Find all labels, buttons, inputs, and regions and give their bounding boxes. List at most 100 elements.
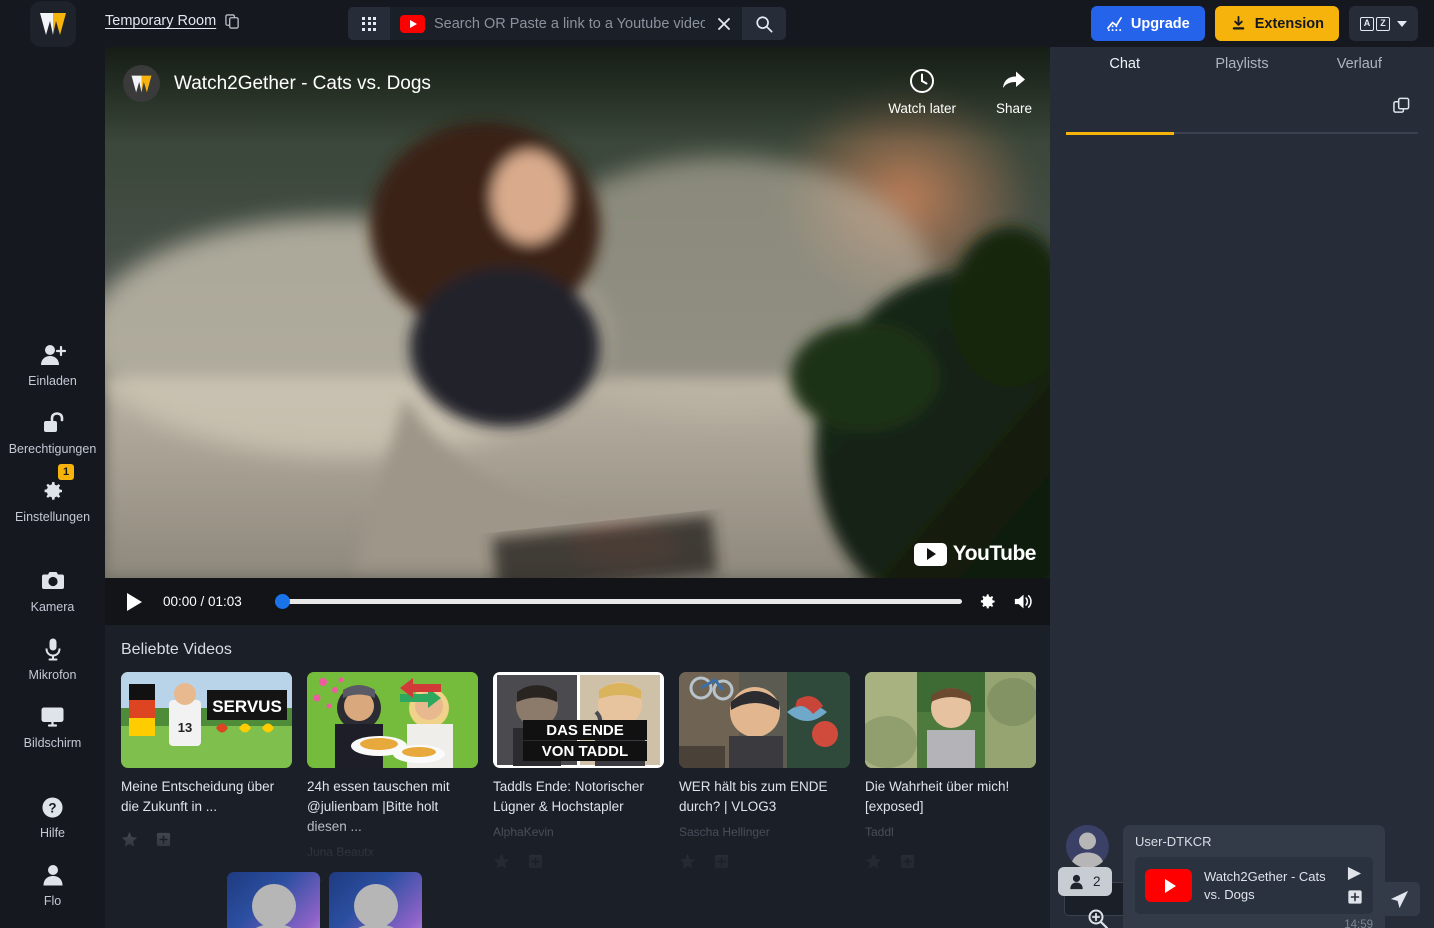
exposed-thumb	[865, 672, 1036, 768]
chat-tabs: Chat Playlists Verlauf	[1050, 47, 1434, 85]
chevron-down-icon	[1397, 20, 1407, 27]
watch2gether-logo[interactable]	[29, 0, 76, 47]
video-card[interactable]: DAS ENDE VON TADDL Taddls Ende: Notorisc…	[493, 672, 664, 890]
add-to-playlist-icon[interactable]	[713, 853, 730, 870]
video-thumbnail[interactable]: DAS ENDE VON TADDL	[493, 672, 664, 768]
video-card[interactable]: 13 SERVUS Meine Entscheidung über die Zu…	[121, 672, 292, 890]
chat-embed-title: Watch2Gether - Cats vs. Dogs	[1204, 868, 1326, 902]
play-button[interactable]	[121, 592, 147, 611]
language-selector[interactable]: A Z	[1349, 6, 1418, 41]
w-logo-icon	[39, 12, 66, 35]
zoom-in-button[interactable]	[1087, 908, 1109, 928]
add-to-playlist-icon[interactable]	[899, 853, 916, 870]
gear-icon	[980, 594, 995, 609]
play-embed-icon[interactable]	[1346, 866, 1363, 881]
add-to-playlist-icon[interactable]	[155, 831, 172, 848]
copy-icon[interactable]	[225, 13, 240, 29]
svg-text:VON TADDL: VON TADDL	[542, 743, 628, 760]
upgrade-button[interactable]: Upgrade	[1090, 6, 1205, 41]
video-card-title[interactable]: WER hält bis zum ENDE durch? | VLOG3	[679, 777, 850, 817]
tab-playlists[interactable]: Playlists	[1183, 47, 1300, 85]
sidebar-item-einstellungen[interactable]: 1 Einstellungen	[0, 464, 105, 524]
video-card-title[interactable]: Die Wahrheit über mich! [exposed]	[865, 777, 1036, 817]
apps-grid-button[interactable]	[348, 7, 390, 40]
video-card-channel: Juna Beautx	[307, 845, 374, 859]
room-name-label[interactable]: Temporary Room	[105, 13, 216, 29]
popular-videos-list: 13 SERVUS Meine Entscheidung über die Zu…	[121, 672, 1036, 890]
favorite-star-icon[interactable]	[493, 853, 510, 870]
video-card-actions	[679, 853, 850, 870]
video-card-title[interactable]: Meine Entscheidung über die Zukunft in .…	[121, 777, 292, 817]
camera-icon	[41, 568, 65, 594]
search-submit-button[interactable]	[742, 7, 786, 40]
add-to-playlist-icon[interactable]	[527, 853, 544, 870]
upgrade-label: Upgrade	[1130, 15, 1190, 32]
sidebar-item-kamera[interactable]: Kamera	[0, 568, 105, 614]
youtube-source-icon[interactable]	[400, 14, 425, 33]
player-settings-button[interactable]	[978, 592, 997, 611]
video-thumbnail[interactable]	[307, 672, 478, 768]
favorite-star-icon[interactable]	[865, 853, 882, 870]
sidebar-label: Hilfe	[39, 826, 65, 840]
sidebar-item-einladen[interactable]: Einladen	[0, 342, 105, 388]
avatar[interactable]	[1066, 825, 1109, 868]
chat-toolbar	[1050, 85, 1434, 125]
video-thumbnail[interactable]	[679, 672, 850, 768]
timecode-label: 00:00 / 01:03	[163, 594, 242, 609]
main-stage: Watch2Gether - Cats vs. Dogs Watch later	[105, 47, 1112, 928]
watch-later-button[interactable]: Watch later	[888, 68, 956, 116]
user-icon	[1070, 874, 1083, 889]
participant-tile[interactable]: 👑 Flo	[227, 872, 320, 928]
youtube-watermark[interactable]: YouTube	[913, 542, 1037, 566]
participant-tiles: 👑 Flo User-DTKCR	[227, 872, 422, 928]
watch2gether-app: Temporary Room Search OR Paste a link to…	[0, 0, 1434, 928]
play-icon	[126, 592, 142, 611]
video-card[interactable]: 24h essen tauschen mit @julienbam |Bitte…	[307, 672, 478, 890]
youtube-play-icon	[913, 542, 947, 566]
search-input[interactable]	[434, 15, 705, 32]
favorite-star-icon[interactable]	[121, 831, 138, 848]
sidebar-item-profile[interactable]: Flo	[0, 862, 105, 908]
video-card-title[interactable]: 24h essen tauschen mit @julienbam |Bitte…	[307, 777, 478, 837]
seek-handle[interactable]	[275, 594, 290, 609]
room-link[interactable]: Temporary Room	[105, 13, 240, 29]
participant-tile[interactable]: User-DTKCR	[329, 872, 422, 928]
favorite-star-icon[interactable]	[679, 853, 696, 870]
share-button[interactable]: Share	[996, 68, 1032, 116]
sidebar-item-mikrofon[interactable]: Mikrofon	[0, 636, 105, 682]
logo-area	[0, 0, 105, 47]
popular-videos-heading: Beliebte Videos	[121, 641, 232, 658]
extension-button[interactable]: Extension	[1214, 6, 1339, 41]
sidebar-item-hilfe[interactable]: ? Hilfe	[0, 794, 105, 840]
clock-icon	[910, 69, 935, 93]
channel-avatar[interactable]	[123, 65, 160, 102]
svg-text:?: ?	[48, 800, 56, 815]
chat-video-embed[interactable]: Watch2Gether - Cats vs. Dogs	[1135, 857, 1373, 914]
video-thumbnail[interactable]: 13 SERVUS	[121, 672, 292, 768]
sidebar-label: Berechtigungen	[8, 442, 97, 456]
video-title[interactable]: Watch2Gether - Cats vs. Dogs	[174, 73, 431, 95]
share-label: Share	[995, 101, 1032, 116]
clear-search-icon[interactable]	[714, 16, 734, 32]
translate-icon: A Z	[1360, 16, 1390, 31]
video-thumbnail[interactable]	[865, 672, 1036, 768]
popout-chat-icon[interactable]	[1393, 97, 1410, 114]
gear-icon	[41, 478, 65, 504]
sidebar-item-berechtigungen[interactable]: Berechtigungen	[0, 410, 105, 456]
sidebar-item-bildschirm[interactable]: Bildschirm	[0, 704, 105, 750]
volume-button[interactable]	[1013, 592, 1034, 611]
participant-count-badge[interactable]: 2	[1058, 867, 1112, 896]
tab-chat[interactable]: Chat	[1066, 47, 1183, 85]
video-player[interactable]: Watch2Gether - Cats vs. Dogs Watch later	[105, 47, 1050, 578]
youtube-icon	[1145, 869, 1192, 902]
lang-to: Z	[1376, 16, 1390, 31]
seek-bar[interactable]	[275, 594, 962, 609]
video-card[interactable]: Die Wahrheit über mich! [exposed] Taddl	[865, 672, 1036, 890]
help-circle-icon: ?	[41, 794, 64, 820]
add-embed-icon[interactable]	[1347, 889, 1363, 905]
video-card-actions	[865, 853, 1036, 870]
video-card[interactable]: WER hält bis zum ENDE durch? | VLOG3 Sas…	[679, 672, 850, 890]
das-ende-von-taddl-thumb: DAS ENDE VON TADDL	[493, 672, 664, 768]
video-card-title[interactable]: Taddls Ende: Notorischer Lügner & Hochst…	[493, 777, 664, 817]
tab-verlauf[interactable]: Verlauf	[1301, 47, 1418, 85]
